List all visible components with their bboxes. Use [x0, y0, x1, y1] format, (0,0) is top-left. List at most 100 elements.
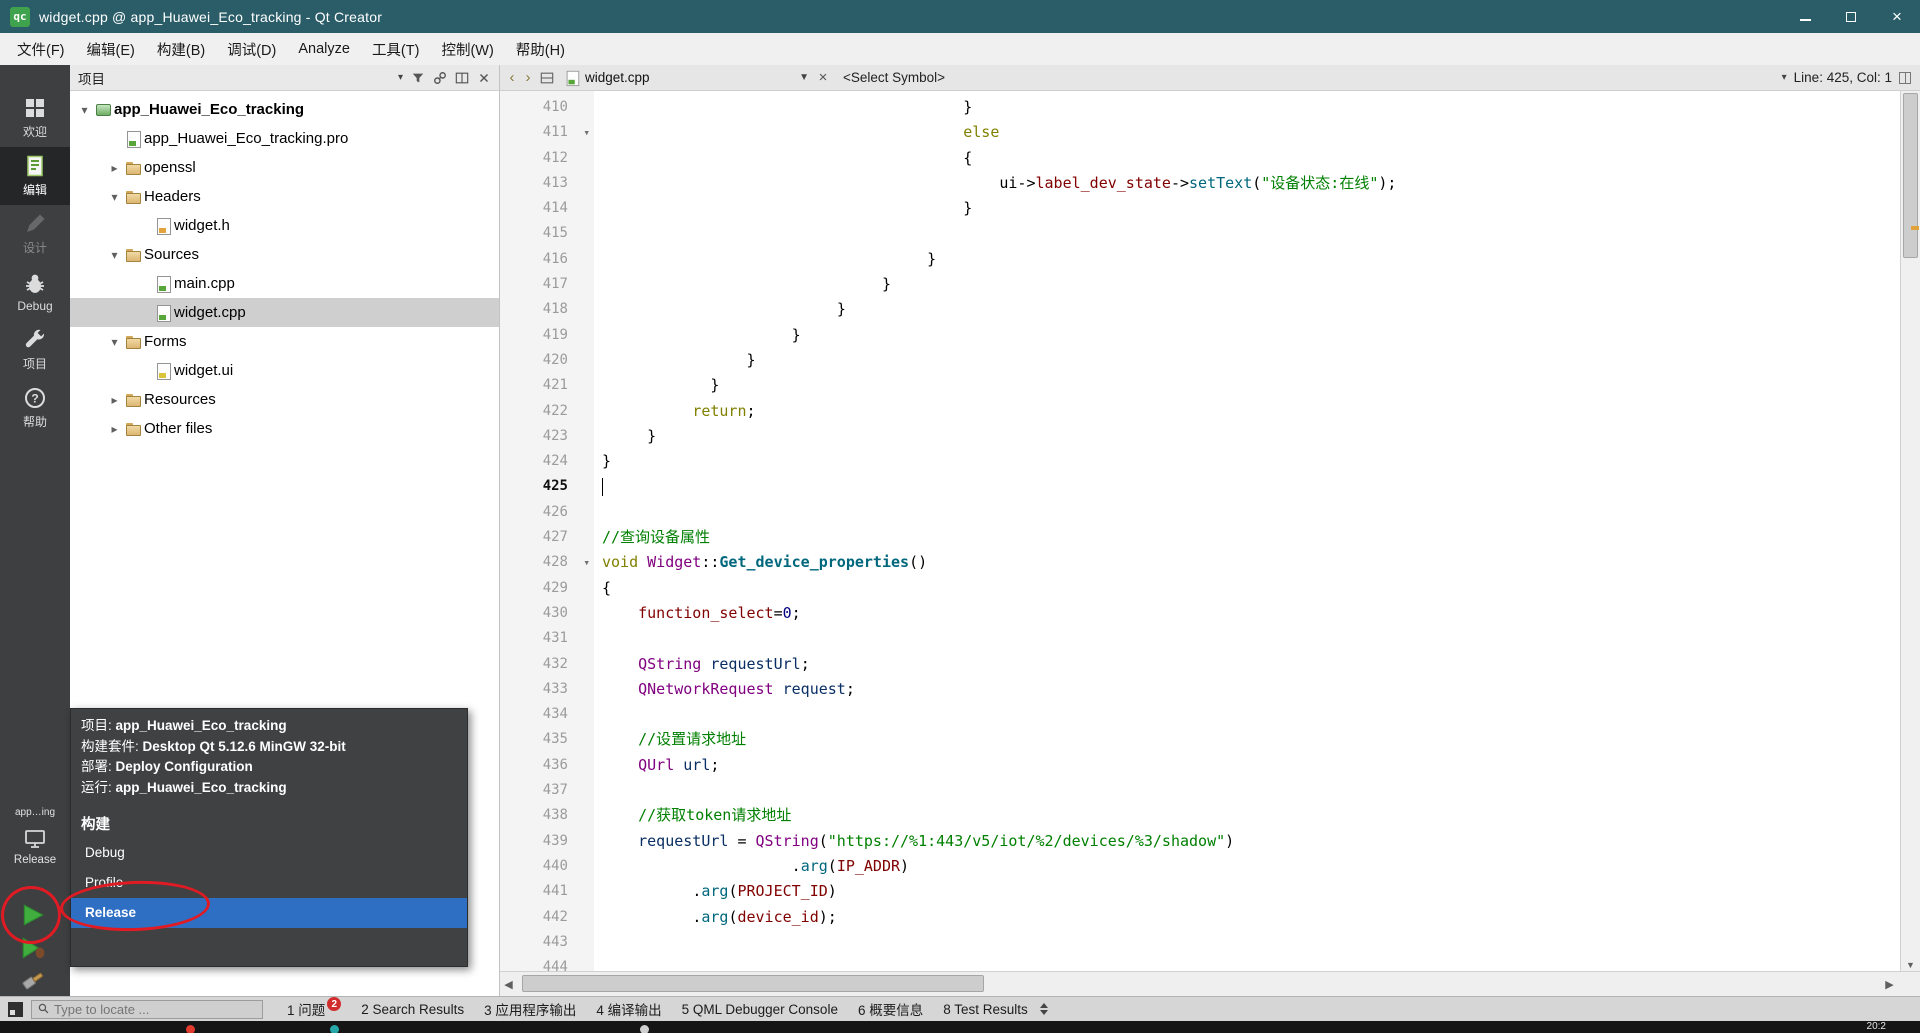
tree-item-openssl[interactable]: ▸openssl: [70, 153, 499, 182]
code-line-419[interactable]: }: [602, 323, 1900, 348]
code-line-441[interactable]: .arg(PROJECT_ID): [602, 879, 1900, 904]
tree-item-Headers[interactable]: ▾Headers: [70, 182, 499, 211]
fold-marker-icon[interactable]: ▾: [583, 120, 590, 145]
code-line-416[interactable]: }: [602, 247, 1900, 272]
maximize-button[interactable]: [1828, 0, 1874, 33]
mode-welcome[interactable]: 欢迎: [0, 89, 70, 147]
chevron-down-icon[interactable]: ▾: [106, 190, 123, 204]
code-line-440[interactable]: .arg(IP_ADDR): [602, 854, 1900, 879]
menu-item-2[interactable]: 构建(B): [146, 33, 216, 65]
code-line-431[interactable]: [602, 626, 1900, 651]
mode-debug[interactable]: Debug: [0, 263, 70, 321]
output-pane-5[interactable]: 5 QML Debugger Console: [672, 999, 848, 1019]
code-line-443[interactable]: [602, 930, 1900, 955]
chevron-right-icon[interactable]: ▸: [106, 393, 123, 407]
code-line-444[interactable]: [602, 955, 1900, 971]
code-line-435[interactable]: //设置请求地址: [602, 727, 1900, 752]
code-line-411[interactable]: else: [602, 120, 1900, 145]
code-line-423[interactable]: }: [602, 424, 1900, 449]
scroll-left-icon[interactable]: ◀: [500, 972, 517, 996]
code-line-433[interactable]: QNetworkRequest request;: [602, 677, 1900, 702]
code-line-410[interactable]: }: [602, 95, 1900, 120]
kit-selector-button[interactable]: Release: [0, 827, 70, 866]
code-line-426[interactable]: [602, 500, 1900, 525]
menu-item-3[interactable]: 调试(D): [216, 33, 287, 65]
code-line-413[interactable]: ui->label_dev_state->setText("设备状态:在线");: [602, 171, 1900, 196]
split-icon[interactable]: [1899, 72, 1911, 84]
output-pane-6[interactable]: 6 概要信息: [848, 999, 933, 1019]
chevron-down-icon[interactable]: ▾: [106, 248, 123, 262]
code-line-430[interactable]: function_select=0;: [602, 601, 1900, 626]
tree-item-app_Huawei_Eco_tracking[interactable]: ▾app_Huawei_Eco_tracking: [70, 95, 499, 124]
mode-edit[interactable]: 编辑: [0, 147, 70, 205]
open-file-dropdown[interactable]: widget.cpp ▼: [558, 70, 813, 86]
output-pane-1[interactable]: 1 问题2: [277, 999, 351, 1019]
tree-item-widget.ui[interactable]: widget.ui: [70, 356, 499, 385]
chevron-right-icon[interactable]: ▸: [106, 422, 123, 436]
menu-item-6[interactable]: 控制(W): [430, 33, 504, 65]
vertical-scrollbar[interactable]: ▼: [1900, 91, 1920, 971]
nav-forward-icon[interactable]: ›: [520, 69, 536, 86]
vertical-scrollbar-thumb[interactable]: [1903, 93, 1918, 258]
code-line-432[interactable]: QString requestUrl;: [602, 652, 1900, 677]
mode-help[interactable]: ?帮助: [0, 379, 70, 437]
chevron-down-icon[interactable]: ▾: [106, 335, 123, 349]
fold-marker-icon[interactable]: ▾: [583, 550, 590, 575]
code-line-427[interactable]: //查询设备属性: [602, 525, 1900, 550]
code-line-421[interactable]: }: [602, 373, 1900, 398]
code-line-429[interactable]: {: [602, 576, 1900, 601]
code-line-414[interactable]: }: [602, 196, 1900, 221]
kit-option-debug[interactable]: Debug: [71, 838, 467, 868]
menu-item-0[interactable]: 文件(F): [6, 33, 76, 65]
scroll-right-icon[interactable]: ▶: [1881, 972, 1898, 996]
output-pane-3[interactable]: 3 应用程序输出: [474, 999, 586, 1019]
filter-funnel-icon[interactable]: [411, 71, 425, 85]
build-button[interactable]: [14, 967, 52, 998]
code-line-436[interactable]: QUrl url;: [602, 753, 1900, 778]
code-line-425[interactable]: [602, 474, 1900, 499]
menu-item-1[interactable]: 编辑(E): [76, 33, 146, 65]
code-line-412[interactable]: {: [602, 146, 1900, 171]
nav-back-icon[interactable]: ‹: [504, 69, 520, 86]
symbol-dropdown[interactable]: <Select Symbol>: [833, 70, 1782, 85]
chevron-down-icon[interactable]: ▾: [76, 103, 93, 117]
output-pane-2[interactable]: 2 Search Results: [351, 999, 474, 1019]
kit-option-release[interactable]: Release: [71, 898, 467, 928]
menu-item-7[interactable]: 帮助(H): [505, 33, 576, 65]
close-button[interactable]: ×: [1874, 0, 1920, 33]
split-editor-icon[interactable]: [540, 71, 554, 85]
debug-run-button[interactable]: [14, 934, 52, 965]
code-line-437[interactable]: [602, 778, 1900, 803]
tree-item-widget.cpp[interactable]: widget.cpp: [70, 298, 499, 327]
tree-item-Resources[interactable]: ▸Resources: [70, 385, 499, 414]
split-view-icon[interactable]: [455, 71, 469, 85]
output-pane-4[interactable]: 4 编译输出: [586, 999, 671, 1019]
locator-search[interactable]: [31, 1000, 263, 1019]
locator-input[interactable]: [54, 1002, 256, 1017]
code-line-422[interactable]: return;: [602, 399, 1900, 424]
tree-item-app_Huawei_Eco_tracking.pro[interactable]: app_Huawei_Eco_tracking.pro: [70, 124, 499, 153]
horizontal-scrollbar[interactable]: ◀ ▶: [500, 971, 1920, 996]
minimize-button[interactable]: [1782, 0, 1828, 33]
code-line-417[interactable]: }: [602, 272, 1900, 297]
pane-dropdown-icon[interactable]: ▾: [398, 72, 403, 83]
code-line-438[interactable]: //获取token请求地址: [602, 803, 1900, 828]
tree-item-Sources[interactable]: ▾Sources: [70, 240, 499, 269]
editor-menu-icon[interactable]: ▾: [1782, 72, 1787, 83]
kit-option-profile[interactable]: Profile: [71, 868, 467, 898]
code-line-415[interactable]: [602, 221, 1900, 246]
link-icon[interactable]: [433, 71, 447, 85]
code-line-442[interactable]: .arg(device_id);: [602, 905, 1900, 930]
tree-item-main.cpp[interactable]: main.cpp: [70, 269, 499, 298]
code-line-424[interactable]: }: [602, 449, 1900, 474]
toggle-sidebar-icon[interactable]: [8, 1002, 23, 1017]
close-document-button[interactable]: ×: [813, 69, 833, 86]
pane-arrows-icon[interactable]: [1040, 1003, 1048, 1015]
code-line-428[interactable]: void Widget::Get_device_properties(): [602, 550, 1900, 575]
kit-name-label[interactable]: app…ing: [0, 807, 70, 818]
code-line-420[interactable]: }: [602, 348, 1900, 373]
horizontal-scrollbar-thumb[interactable]: [522, 975, 984, 992]
tree-item-Forms[interactable]: ▾Forms: [70, 327, 499, 356]
chevron-right-icon[interactable]: ▸: [106, 161, 123, 175]
mode-projects[interactable]: 项目: [0, 321, 70, 379]
